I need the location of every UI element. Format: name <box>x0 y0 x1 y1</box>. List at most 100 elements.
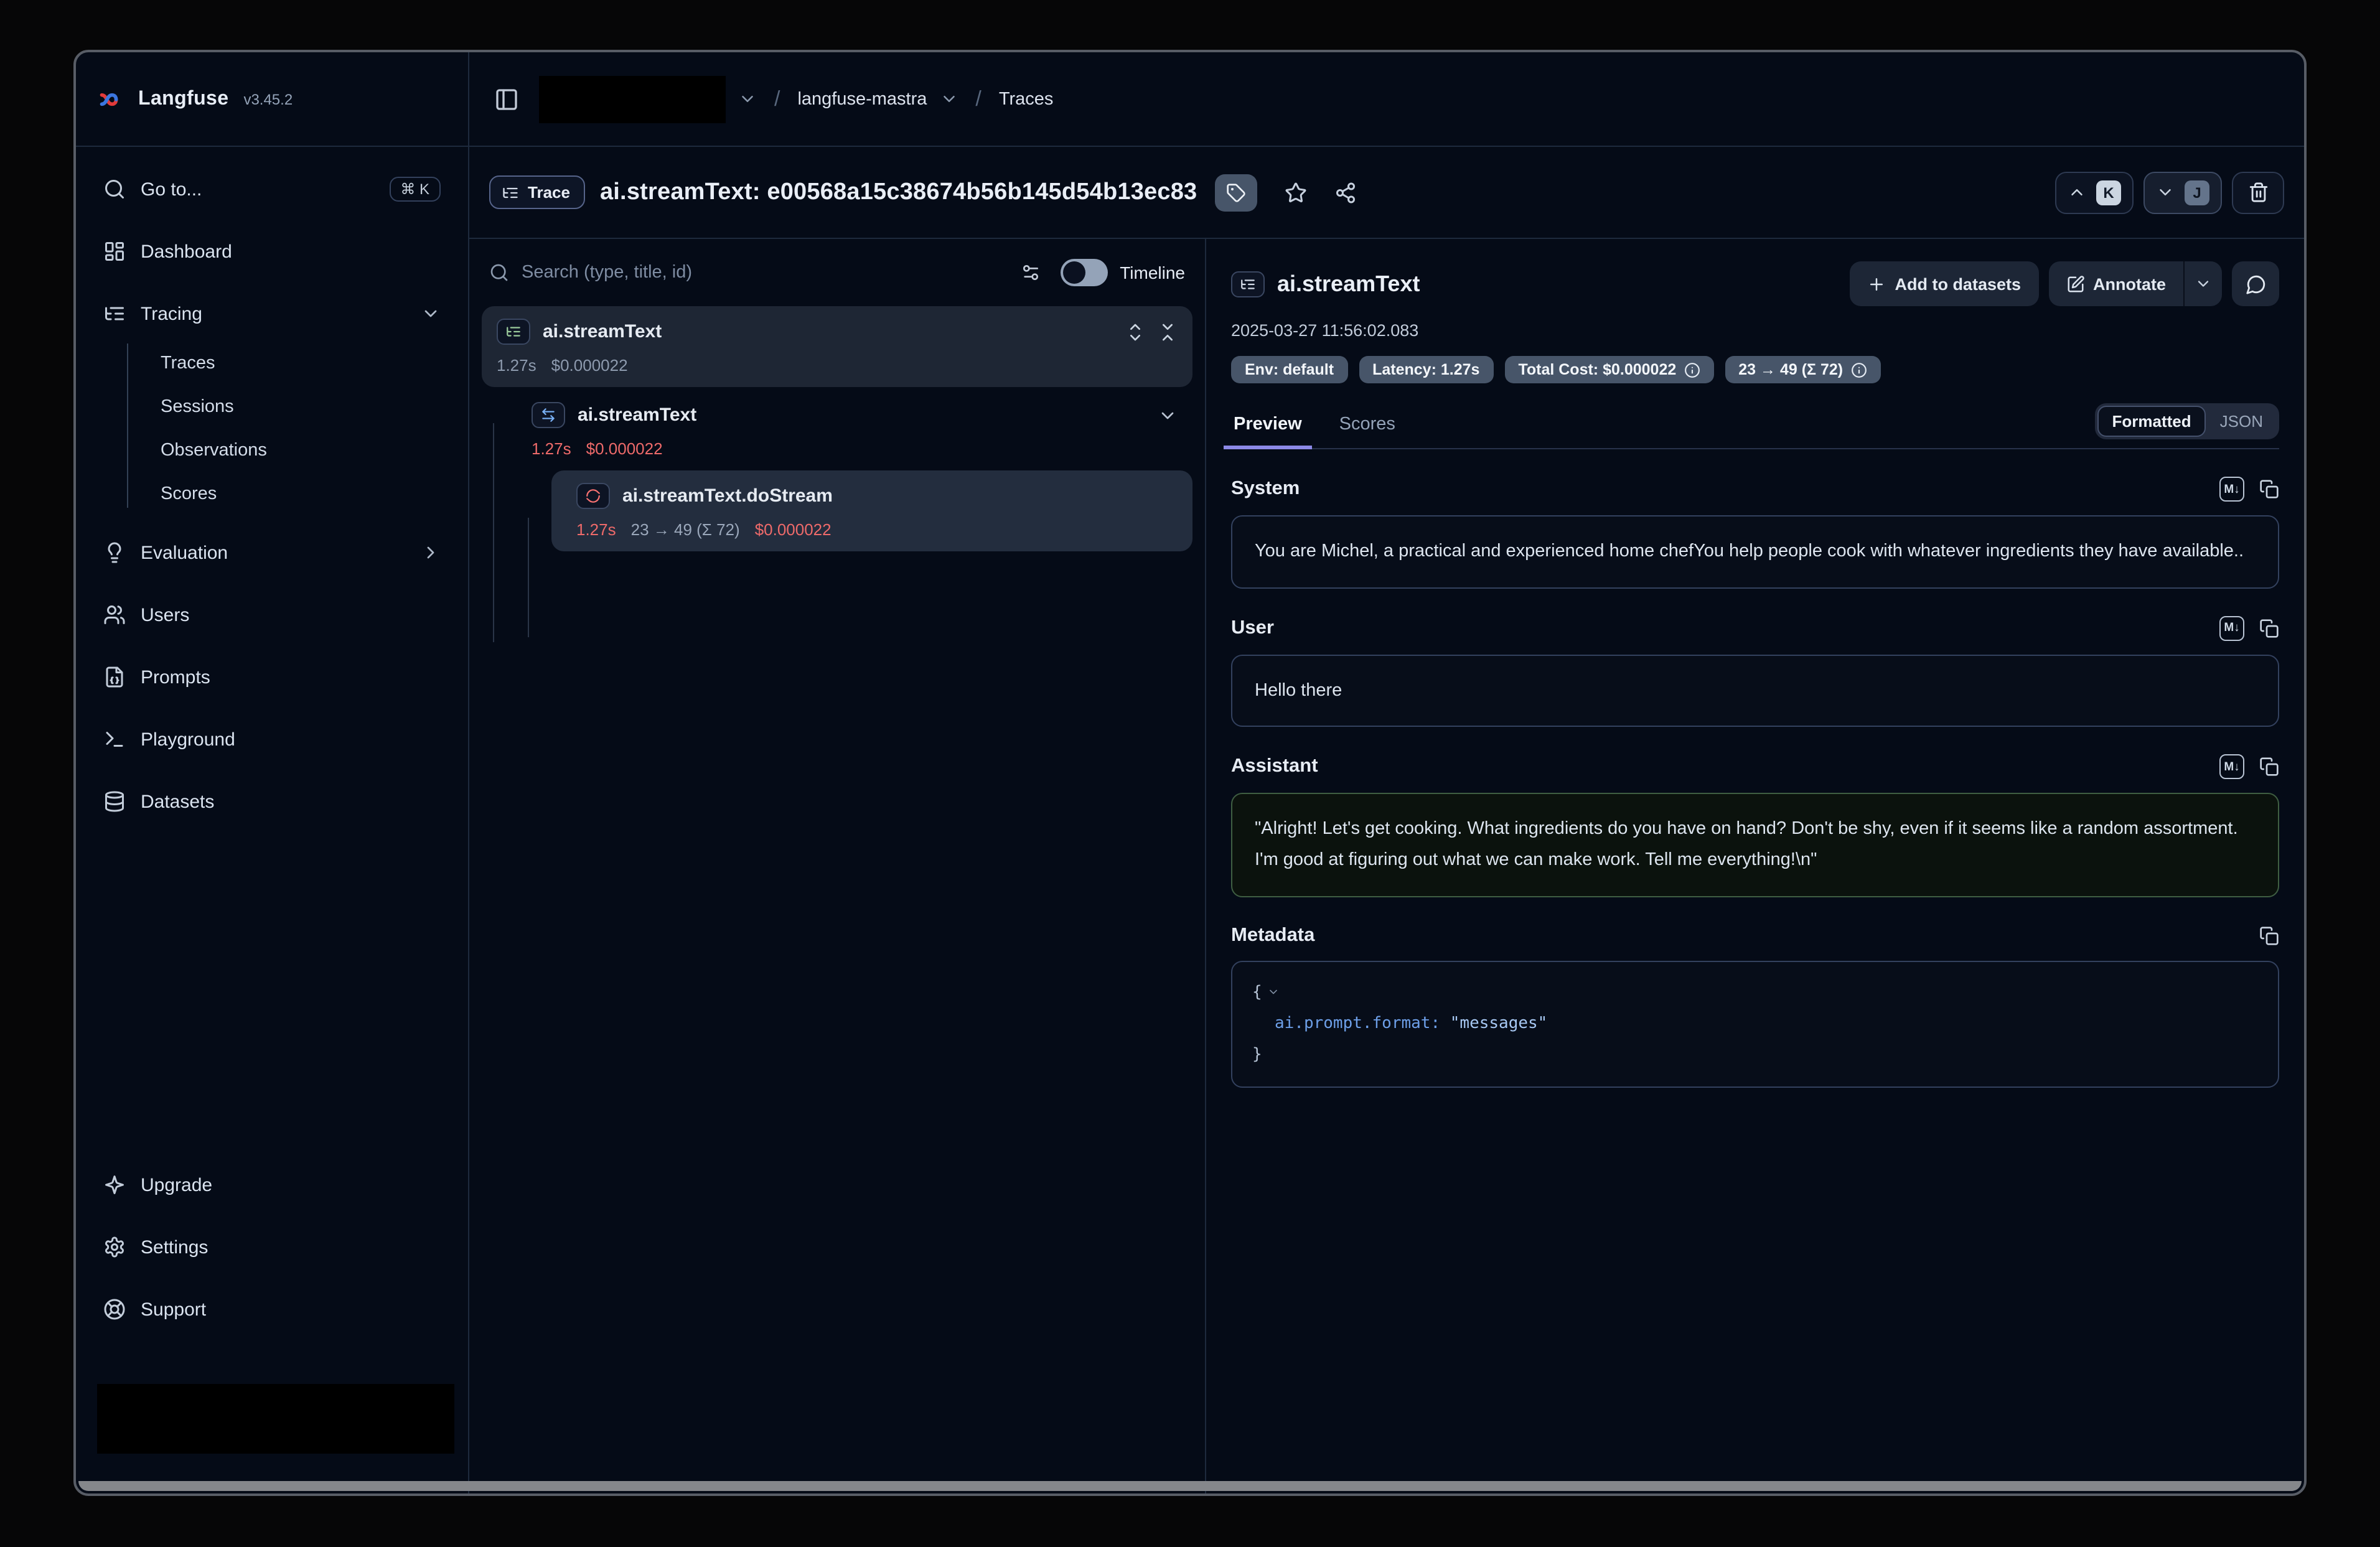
sidebar-nav: Go to... ⌘ K Dashboard Tracing Traces Se… <box>76 147 468 826</box>
sidebar-item-support[interactable]: Support <box>91 1284 453 1334</box>
detail-title: ai.streamText <box>1277 271 1420 297</box>
chevron-right-icon <box>421 543 441 563</box>
node-cost: $0.000022 <box>586 439 663 458</box>
main-area: / langfuse-mastra / Traces Trace ai.stre… <box>469 52 2304 1493</box>
sidebar-item-settings[interactable]: Settings <box>91 1222 453 1272</box>
node-name: ai.streamText <box>578 404 696 426</box>
markdown-toggle-icon[interactable]: M↓ <box>2219 615 2244 640</box>
breadcrumb-section[interactable]: Traces <box>999 89 1054 109</box>
sidebar-item-prompts[interactable]: Prompts <box>91 652 453 702</box>
sidebar: Langfuse v3.45.2 Go to... ⌘ K Dashboard … <box>76 52 469 1493</box>
json-value: "messages" <box>1450 1014 1548 1033</box>
keycap-j: J <box>2185 180 2209 205</box>
sidebar-item-tracing[interactable]: Tracing <box>91 289 453 339</box>
markdown-toggle-icon[interactable]: M↓ <box>2219 477 2244 502</box>
sidebar-item-scores[interactable]: Scores <box>91 472 453 515</box>
sidebar-item-upgrade[interactable]: Upgrade <box>91 1160 453 1210</box>
sparkle-icon <box>103 1174 126 1196</box>
copy-icon[interactable] <box>2259 479 2279 499</box>
sidebar-item-label: Upgrade <box>141 1174 212 1195</box>
metadata-json-box: { ai.prompt.format: "messages" } <box>1231 960 2279 1087</box>
panel-left-toggle-icon[interactable] <box>494 86 519 111</box>
markdown-toggle-icon[interactable]: M↓ <box>2219 755 2244 780</box>
sidebar-item-sessions[interactable]: Sessions <box>91 385 453 428</box>
trace-badges: Env: default Latency: 1.27s Total Cost: … <box>1231 356 2279 383</box>
env-badge: Env: default <box>1231 356 1347 383</box>
redacted-user-profile <box>97 1384 454 1454</box>
sidebar-item-evaluation[interactable]: Evaluation <box>91 528 453 577</box>
expand-all-icon[interactable] <box>1125 322 1145 342</box>
comments-button[interactable] <box>2232 261 2279 306</box>
delete-trace-button[interactable] <box>2232 171 2284 213</box>
json-collapse-icon[interactable] <box>1267 986 1280 998</box>
lightbulb-icon <box>103 541 126 564</box>
copy-icon[interactable] <box>2259 618 2279 638</box>
trace-type-badge: Trace <box>489 175 585 209</box>
chevron-down-icon[interactable] <box>939 90 958 108</box>
copy-icon[interactable] <box>2259 925 2279 945</box>
trace-node-icon <box>1231 271 1265 297</box>
node-cost: $0.000022 <box>755 520 832 539</box>
add-to-datasets-button[interactable]: Add to datasets <box>1850 261 2038 306</box>
sidebar-item-dashboard[interactable]: Dashboard <box>91 227 453 276</box>
star-button[interactable] <box>1284 181 1306 203</box>
search-input[interactable] <box>522 263 1008 283</box>
latency-badge: Latency: 1.27s <box>1359 356 1493 383</box>
tag-button[interactable] <box>1214 174 1257 211</box>
sidebar-item-users[interactable]: Users <box>91 590 453 640</box>
node-latency: 1.27s <box>497 356 536 375</box>
format-json[interactable]: JSON <box>2206 407 2277 436</box>
next-trace-button[interactable]: J <box>2143 171 2222 213</box>
chevron-down-icon[interactable] <box>738 90 757 108</box>
app-version: v3.45.2 <box>243 90 293 108</box>
database-icon <box>103 790 126 813</box>
tree-node-generation-selected[interactable]: ai.streamText.doStream 1.27s 23 → 49 (Σ … <box>551 470 1192 551</box>
sidebar-item-datasets[interactable]: Datasets <box>91 777 453 826</box>
tab-preview[interactable]: Preview <box>1231 414 1305 448</box>
timeline-label: Timeline <box>1120 263 1185 283</box>
search-icon <box>103 178 126 200</box>
brand-name: Langfuse <box>138 88 228 110</box>
tree-search-row: Timeline <box>469 239 1205 299</box>
breadcrumb-project[interactable]: langfuse-mastra <box>797 89 927 109</box>
prev-trace-button[interactable]: K <box>2055 171 2134 213</box>
system-message-box: You are Michel, a practical and experien… <box>1231 515 2279 588</box>
chevron-down-icon[interactable] <box>1158 405 1178 425</box>
format-formatted[interactable]: Formatted <box>2097 406 2206 437</box>
share-button[interactable] <box>1334 181 1356 203</box>
copy-icon[interactable] <box>2259 757 2279 777</box>
info-icon[interactable] <box>1850 362 1867 378</box>
cmd-k-shortcut: ⌘ K <box>389 177 441 202</box>
sidebar-item-label: Observations <box>161 440 267 460</box>
tree-node-trace-root[interactable]: ai.streamText 1.27s $0.000022 <box>482 306 1192 387</box>
sidebar-item-playground[interactable]: Playground <box>91 714 453 764</box>
sidebar-item-label: Sessions <box>161 396 234 416</box>
section-label: Assistant <box>1231 756 1318 778</box>
annotate-dropdown-button[interactable] <box>2185 261 2222 306</box>
sidebar-item-observations[interactable]: Observations <box>91 428 453 472</box>
filter-sliders-icon[interactable] <box>1020 263 1040 283</box>
keycap-k: K <box>2096 180 2121 205</box>
node-latency: 1.27s <box>532 439 571 458</box>
langfuse-logo-icon <box>98 85 126 113</box>
tab-scores[interactable]: Scores <box>1337 414 1398 448</box>
user-message-box: Hello there <box>1231 654 2279 727</box>
section-assistant: Assistant M↓ "Alright! Let's get cooking… <box>1231 755 2279 897</box>
section-metadata: Metadata { ai.prompt.format: "messages" … <box>1231 924 2279 1087</box>
breadcrumb-separator: / <box>970 86 986 111</box>
collapse-all-icon[interactable] <box>1158 322 1178 342</box>
sidebar-item-traces[interactable]: Traces <box>91 341 453 385</box>
brand-row: Langfuse v3.45.2 <box>76 52 468 147</box>
section-system: System M↓ You are Michel, a practical an… <box>1231 477 2279 588</box>
info-icon[interactable] <box>1684 362 1700 378</box>
tree-node-span[interactable]: ai.streamText 1.27s $0.000022 <box>482 387 1192 470</box>
trace-tree-panel: Timeline ai.streamText <box>469 239 1206 1493</box>
redacted-org-name <box>539 75 726 123</box>
pencil-square-icon <box>2066 274 2084 293</box>
node-cost: $0.000022 <box>551 356 628 375</box>
timeline-toggle[interactable] <box>1060 259 1107 286</box>
sidebar-item-goto[interactable]: Go to... ⌘ K <box>91 164 453 214</box>
horizontal-scrollbar[interactable] <box>78 1481 2302 1491</box>
add-to-datasets-label: Add to datasets <box>1895 274 2021 293</box>
annotate-button[interactable]: Annotate <box>2048 261 2185 306</box>
